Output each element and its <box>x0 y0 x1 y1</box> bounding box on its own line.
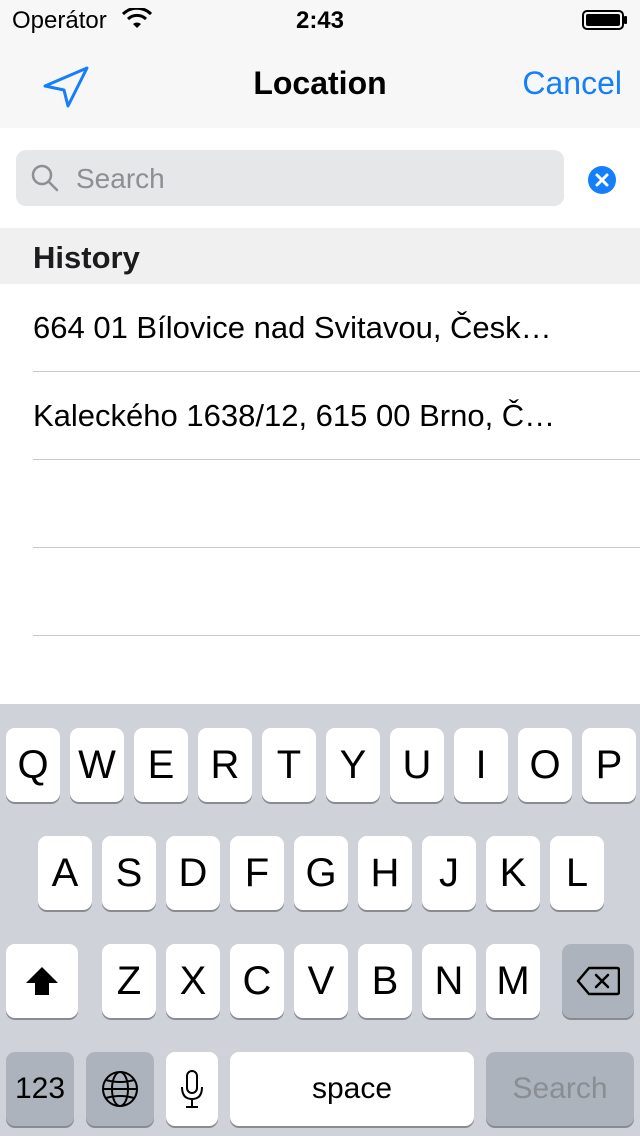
key-c[interactable]: C <box>230 944 284 1018</box>
search-key[interactable]: Search <box>486 1052 634 1126</box>
microphone-icon <box>181 1070 203 1108</box>
key-k[interactable]: K <box>486 836 540 910</box>
status-bar: Operátor 2:43 <box>0 0 640 40</box>
key-d[interactable]: D <box>166 836 220 910</box>
key-e[interactable]: E <box>134 728 188 802</box>
list-item-label: 664 01 Bílovice nad Svitavou, Česk… <box>33 310 552 345</box>
key-u[interactable]: U <box>390 728 444 802</box>
row-divider <box>33 635 640 636</box>
list-item-label: Kaleckého 1638/12, 615 00 Brno, Č… <box>33 398 556 433</box>
backspace-key[interactable] <box>562 944 634 1018</box>
key-w[interactable]: W <box>70 728 124 802</box>
numbers-key[interactable]: 123 <box>6 1052 74 1126</box>
navigation-bar: Location Cancel <box>0 40 640 128</box>
search-input[interactable] <box>74 158 548 200</box>
list-item[interactable] <box>0 460 640 548</box>
key-m[interactable]: M <box>486 944 540 1018</box>
key-p[interactable]: P <box>582 728 636 802</box>
key-j[interactable]: J <box>422 836 476 910</box>
key-h[interactable]: H <box>358 836 412 910</box>
key-b[interactable]: B <box>358 944 412 1018</box>
list-item[interactable] <box>0 548 640 636</box>
status-time: 2:43 <box>295 7 345 34</box>
battery-icon <box>582 10 627 30</box>
key-t[interactable]: T <box>262 728 316 802</box>
key-r[interactable]: R <box>198 728 252 802</box>
list-item[interactable]: Kaleckého 1638/12, 615 00 Brno, Č… <box>0 372 640 460</box>
key-a[interactable]: A <box>38 836 92 910</box>
search-bar <box>0 128 640 228</box>
globe-icon <box>102 1071 138 1107</box>
key-x[interactable]: X <box>166 944 220 1018</box>
history-section-header: History <box>0 228 640 284</box>
clear-icon[interactable] <box>587 165 617 195</box>
key-n[interactable]: N <box>422 944 476 1018</box>
backspace-icon <box>576 966 620 996</box>
history-list: 664 01 Bílovice nad Svitavou, Česk… Kale… <box>0 284 640 636</box>
keyboard: Q W E R T Y U I O P A S D F G H J K L Z … <box>0 704 640 1136</box>
key-s[interactable]: S <box>102 836 156 910</box>
globe-key[interactable] <box>86 1052 154 1126</box>
microphone-key[interactable] <box>166 1052 218 1126</box>
key-y[interactable]: Y <box>326 728 380 802</box>
cancel-button[interactable]: Cancel <box>522 65 622 102</box>
space-key[interactable]: space <box>230 1052 474 1126</box>
list-item[interactable]: 664 01 Bílovice nad Svitavou, Česk… <box>0 284 640 372</box>
key-i[interactable]: I <box>454 728 508 802</box>
key-z[interactable]: Z <box>102 944 156 1018</box>
shift-icon <box>26 967 58 995</box>
history-header-label: History <box>33 240 140 275</box>
key-v[interactable]: V <box>294 944 348 1018</box>
key-f[interactable]: F <box>230 836 284 910</box>
key-q[interactable]: Q <box>6 728 60 802</box>
search-field[interactable] <box>16 150 564 206</box>
key-o[interactable]: O <box>518 728 572 802</box>
key-g[interactable]: G <box>294 836 348 910</box>
search-icon <box>31 164 59 192</box>
key-l[interactable]: L <box>550 836 604 910</box>
shift-key[interactable] <box>6 944 78 1018</box>
